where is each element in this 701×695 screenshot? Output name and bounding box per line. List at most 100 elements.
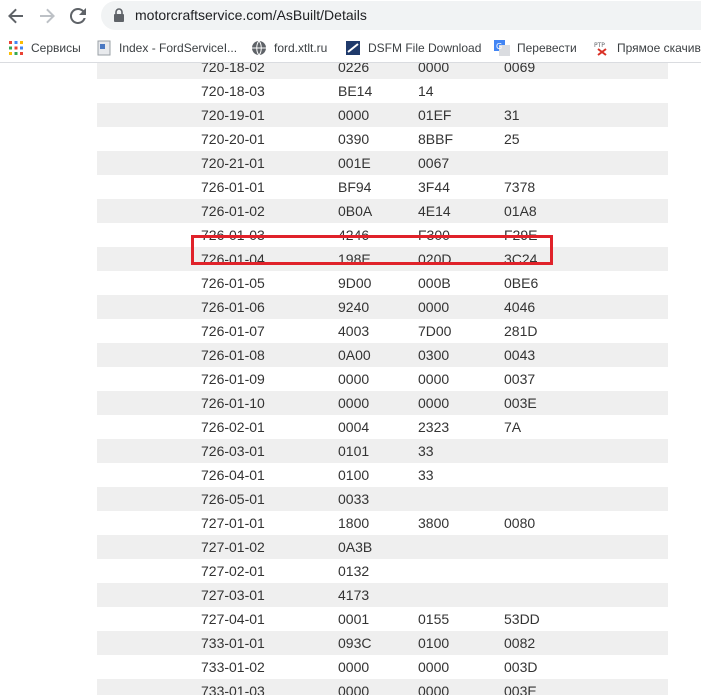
bookmark-services[interactable]: Сервисы [8, 39, 81, 57]
hex-value-cell: 003D [504, 659, 538, 675]
hex-value-cell: 0004 [338, 419, 370, 435]
bookmark-label: Прямое скачив [617, 41, 701, 55]
hex-value-cell: 0000 [418, 371, 450, 387]
block-id-cell: 727-01-01 [201, 515, 265, 531]
back-arrow-icon [8, 8, 23, 24]
hex-value-cell: 001E [338, 155, 371, 171]
bookmark-direct-download[interactable]: PTP Прямое скачив [594, 39, 701, 57]
table-row: 726-01-05 9D00 000B 0BE6 [97, 271, 668, 295]
bookmarks-bar: Сервисы Index - FordServiceI... ford.xtl… [0, 33, 701, 63]
block-id-cell: 726-01-06 [201, 299, 265, 315]
table-row: 720-18-03 BE14 14 [97, 79, 668, 103]
dsfm-icon [346, 41, 360, 55]
hex-value-cell: 33 [418, 443, 434, 459]
block-id-cell: 727-02-01 [201, 563, 265, 579]
block-id-cell: 727-03-01 [201, 587, 265, 603]
bookmark-dsfm[interactable]: DSFM File Download [345, 39, 481, 57]
hex-value-cell: 0037 [504, 371, 536, 387]
apps-grid-icon [9, 41, 23, 55]
hex-value-cell: 2323 [418, 419, 450, 435]
block-id-cell: 720-19-01 [201, 107, 265, 123]
block-id-cell: 733-01-03 [201, 683, 265, 695]
bookmark-label: ford.xtlt.ru [274, 41, 328, 55]
url-text: motorcraftservice.com/AsBuilt/Details [135, 7, 367, 23]
hex-value-cell: 0080 [504, 515, 536, 531]
table-row: 726-03-01 0101 33 [97, 439, 668, 463]
block-id-cell: 726-01-01 [201, 179, 265, 195]
hex-value-cell: 4173 [338, 587, 370, 603]
block-id-cell: 727-01-02 [201, 539, 265, 555]
hex-value-cell: 0100 [338, 467, 370, 483]
hex-value-cell: F29E [504, 227, 538, 243]
hex-value-cell: 4046 [504, 299, 536, 315]
svg-text:PTP: PTP [594, 42, 605, 49]
table-row: 726-01-07 4003 7D00 281D [97, 319, 668, 343]
hex-value-cell: 0000 [418, 683, 450, 695]
hex-value-cell: 4003 [338, 323, 370, 339]
table-row: 726-01-08 0A00 0300 0043 [97, 343, 668, 367]
table-row: 726-05-01 0033 [97, 487, 668, 511]
table-row: 726-04-01 0100 33 [97, 463, 668, 487]
table-row: 733-01-02 0000 0000 003D [97, 655, 668, 679]
table-row: 727-01-02 0A3B [97, 535, 668, 559]
hex-value-cell: 7378 [504, 179, 536, 195]
hex-value-cell: 7A [504, 419, 522, 435]
hex-value-cell: 1800 [338, 515, 370, 531]
back-button[interactable] [4, 4, 28, 28]
block-id-cell: 726-03-01 [201, 443, 265, 459]
block-id-cell: 726-02-01 [201, 419, 265, 435]
hex-value-cell: 01A8 [504, 203, 537, 219]
bookmark-fordservice[interactable]: Index - FordServiceI... [96, 39, 237, 57]
hex-value-cell: 01EF [418, 107, 452, 123]
bookmark-translate[interactable]: G Перевести [494, 39, 577, 57]
hex-value-cell: 0100 [418, 635, 450, 651]
hex-value-cell: 0000 [418, 395, 450, 411]
hex-value-cell: 7D00 [418, 323, 452, 339]
hex-value-cell: 020D [418, 251, 452, 267]
block-id-cell: 720-21-01 [201, 155, 265, 171]
hex-value-cell: 0000 [338, 659, 370, 675]
bookmark-label: Перевести [517, 41, 577, 55]
table-row: 726-01-03 4246 F300 F29E [97, 223, 668, 247]
table-row: 727-04-01 0001 0155 53DD [97, 607, 668, 631]
hex-value-cell: 0033 [338, 491, 370, 507]
asbuilt-table: 720-18-02 0226 0000 0069 720-18-03 BE14 14 720-… [97, 63, 668, 695]
hex-value-cell: 0082 [504, 635, 536, 651]
table-row: 733-01-03 0000 0000 003E [97, 679, 668, 695]
table-row: 720-19-01 0000 01EF 31 [97, 103, 668, 127]
table-row: 720-18-02 0226 0000 0069 [97, 63, 668, 79]
browser-toolbar: motorcraftservice.com/AsBuilt/Details [0, 0, 701, 33]
hex-value-cell: 0300 [418, 347, 450, 363]
block-id-cell: 727-04-01 [201, 611, 265, 627]
forward-arrow-icon [40, 8, 55, 24]
hex-value-cell: 0101 [338, 443, 370, 459]
block-id-cell: 720-18-03 [201, 83, 265, 99]
table-row: 726-01-10 0000 0000 003E [97, 391, 668, 415]
hex-value-cell: 281D [504, 323, 538, 339]
hex-value-cell: 0000 [338, 107, 370, 123]
hex-value-cell: 0000 [338, 371, 370, 387]
block-id-cell: 726-04-01 [201, 467, 265, 483]
forward-button[interactable] [35, 4, 59, 28]
reload-button[interactable] [66, 4, 90, 28]
block-id-cell: 726-01-05 [201, 275, 265, 291]
block-id-cell: 733-01-02 [201, 659, 265, 675]
table-row: 726-02-01 0004 2323 7A [97, 415, 668, 439]
hex-value-cell: 33 [418, 467, 434, 483]
block-id-cell: 726-05-01 [201, 491, 265, 507]
hex-value-cell: 0A3B [338, 539, 373, 555]
hex-value-cell: 0B0A [338, 203, 373, 219]
hex-value-cell: 0155 [418, 611, 450, 627]
block-id-cell: 720-20-01 [201, 131, 265, 147]
table-row: 720-21-01 001E 0067 [97, 151, 668, 175]
globe-icon [252, 40, 266, 56]
hex-value-cell: 8BBF [418, 131, 454, 147]
page-content: 720-18-02 0226 0000 0069 720-18-03 BE14 14 720-… [0, 63, 701, 695]
address-bar[interactable]: motorcraftservice.com/AsBuilt/Details [101, 1, 701, 30]
hex-value-cell: 093C [338, 635, 372, 651]
svg-text:G: G [496, 42, 502, 51]
hex-value-cell: 3800 [418, 515, 450, 531]
table-row: 726-01-01 BF94 3F44 7378 [97, 175, 668, 199]
bookmark-ford-xtlt[interactable]: ford.xtlt.ru [251, 39, 327, 57]
hex-value-cell: 003E [504, 683, 537, 695]
